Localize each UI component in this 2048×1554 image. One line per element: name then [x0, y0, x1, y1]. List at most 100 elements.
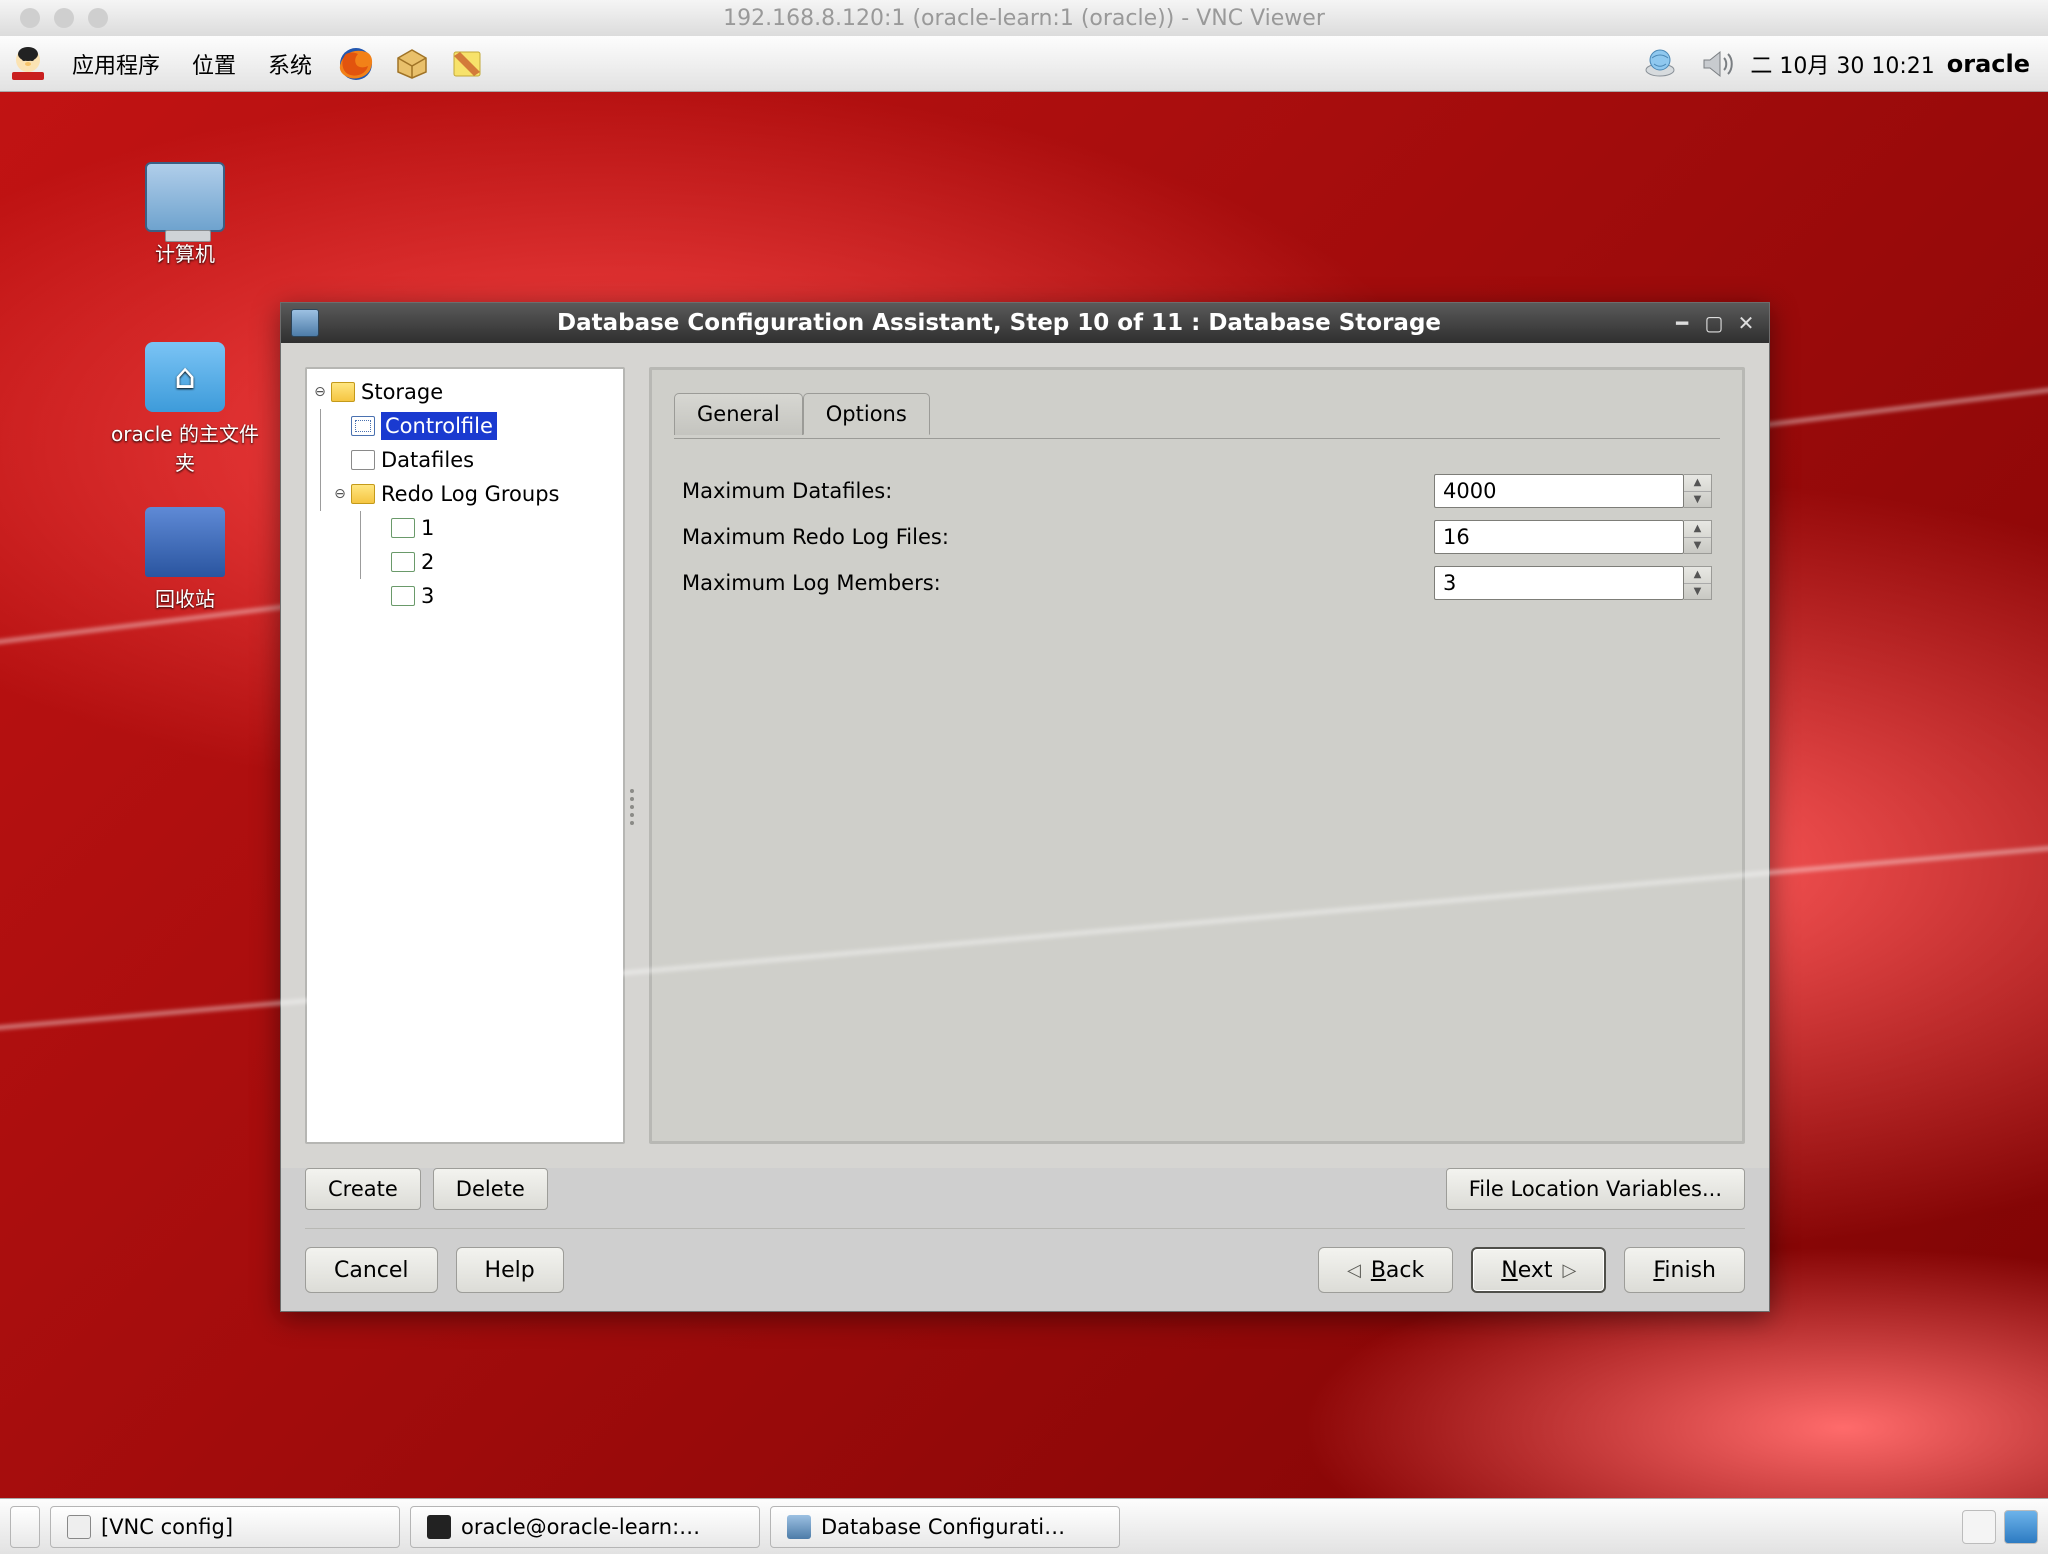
redolog-icon — [391, 552, 415, 572]
redolog-icon — [391, 518, 415, 538]
window-icon — [67, 1515, 91, 1539]
terminal-icon — [427, 1515, 451, 1539]
spinner-up-icon[interactable]: ▲ — [1684, 567, 1711, 584]
dbca-window: Database Configuration Assistant, Step 1… — [280, 302, 1770, 1312]
dbca-title: Database Configuration Assistant, Step 1… — [329, 310, 1669, 336]
tree-label: 1 — [421, 516, 434, 540]
back-button[interactable]: ◁ Back — [1318, 1247, 1453, 1293]
network-icon[interactable] — [1638, 42, 1682, 86]
mac-zoom-icon[interactable] — [88, 8, 108, 28]
chevron-left-icon: ◁ — [1347, 1260, 1361, 1281]
desktop-icon-home[interactable]: ⌂ oracle 的主文件夹 — [110, 342, 260, 476]
chevron-right-icon: ▷ — [1563, 1260, 1577, 1281]
tab-general[interactable]: General — [674, 393, 803, 435]
desktop-icon-label: oracle 的主文件夹 — [110, 418, 260, 476]
menu-applications[interactable]: 应用程序 — [62, 42, 170, 86]
tree-label: 3 — [421, 584, 434, 608]
package-icon[interactable] — [390, 42, 434, 86]
spinner-down-icon[interactable]: ▼ — [1684, 584, 1711, 600]
help-button[interactable]: Help — [456, 1247, 564, 1293]
row-max-members: Maximum Log Members: ▲▼ — [682, 560, 1712, 606]
host-titlebar: 192.168.8.120:1 (oracle-learn:1 (oracle)… — [0, 0, 2048, 36]
finish-label: Finish — [1653, 1258, 1716, 1283]
dbca-icon — [787, 1515, 811, 1539]
desktop-icon-trash[interactable]: 回收站 — [110, 507, 260, 612]
spinner-up-icon[interactable]: ▲ — [1684, 521, 1711, 538]
tree-node-storage[interactable]: ⊖ Storage — [311, 375, 619, 409]
tree-node-redogroup-2[interactable]: 2 — [311, 545, 619, 579]
spinner-up-icon[interactable]: ▲ — [1684, 475, 1711, 492]
label-max-members: Maximum Log Members: — [682, 571, 1232, 595]
tab-options[interactable]: Options — [803, 393, 930, 435]
tabs: General Options — [674, 392, 1720, 434]
mac-min-icon[interactable] — [54, 8, 74, 28]
delete-button[interactable]: Delete — [433, 1168, 548, 1210]
spin-max-datafiles: ▲▼ — [1434, 474, 1712, 508]
spinner-down-icon[interactable]: ▼ — [1684, 538, 1711, 554]
dbca-app-icon — [291, 309, 319, 337]
task-label: Database Configurati… — [821, 1515, 1065, 1539]
cancel-button[interactable]: Cancel — [305, 1247, 438, 1293]
redolog-icon — [391, 586, 415, 606]
vnc-session: 应用程序 位置 系统 二 10月 30 10:21 oracle 计算机 ⌂ o… — [0, 36, 2048, 1554]
workspace-switcher[interactable] — [1962, 1510, 1996, 1544]
desktop-icon-label: 回收站 — [110, 583, 260, 612]
menu-places[interactable]: 位置 — [182, 42, 246, 86]
tree-node-controlfile[interactable]: Controlfile — [311, 409, 619, 443]
row-max-redolog: Maximum Redo Log Files: ▲▼ — [682, 514, 1712, 560]
storage-tree[interactable]: ⊖ Storage Controlfile Datafil — [305, 367, 625, 1144]
desktop[interactable]: 计算机 ⌂ oracle 的主文件夹 回收站 Database Configur… — [0, 92, 2048, 1498]
controlfile-icon — [351, 416, 375, 436]
spin-max-redolog: ▲▼ — [1434, 520, 1712, 554]
trash-icon — [145, 507, 225, 577]
input-max-datafiles[interactable] — [1434, 474, 1684, 508]
clock[interactable]: 二 10月 30 10:21 — [1750, 48, 1934, 80]
gnome-top-panel: 应用程序 位置 系统 二 10月 30 10:21 oracle — [0, 36, 2048, 92]
spinner-down-icon[interactable]: ▼ — [1684, 492, 1711, 508]
task-terminal[interactable]: oracle@oracle-learn:… — [410, 1506, 760, 1548]
tree-node-datafiles[interactable]: Datafiles — [311, 443, 619, 477]
menu-system[interactable]: 系统 — [258, 42, 322, 86]
host-window-title: 192.168.8.120:1 (oracle-learn:1 (oracle)… — [0, 6, 2048, 31]
maximize-icon[interactable]: ▢ — [1701, 312, 1727, 334]
label-max-datafiles: Maximum Datafiles: — [682, 479, 1232, 503]
splitter-handle[interactable] — [627, 767, 637, 847]
finish-button[interactable]: Finish — [1624, 1247, 1745, 1293]
next-button[interactable]: Next ▷ — [1471, 1247, 1606, 1293]
tree-node-redogroup-1[interactable]: 1 — [311, 511, 619, 545]
computer-icon — [145, 162, 225, 232]
spin-max-members: ▲▼ — [1434, 566, 1712, 600]
file-location-vars-button[interactable]: File Location Variables... — [1446, 1168, 1745, 1210]
tree-node-redolog[interactable]: ⊖ Redo Log Groups — [311, 477, 619, 511]
tree-label: 2 — [421, 550, 434, 574]
task-label: oracle@oracle-learn:… — [461, 1515, 700, 1539]
task-dbca[interactable]: Database Configurati… — [770, 1506, 1120, 1548]
label-max-redolog: Maximum Redo Log Files: — [682, 525, 1232, 549]
dbca-titlebar[interactable]: Database Configuration Assistant, Step 1… — [281, 303, 1769, 343]
notes-icon[interactable] — [446, 42, 490, 86]
mac-close-icon[interactable] — [20, 8, 40, 28]
volume-icon[interactable] — [1694, 42, 1738, 86]
firefox-icon[interactable] — [334, 42, 378, 86]
tree-label: Controlfile — [381, 412, 497, 440]
dbca-body: ⊖ Storage Controlfile Datafil — [281, 343, 1769, 1168]
minimize-icon[interactable]: ━ — [1669, 312, 1695, 334]
workspace-switcher-alt[interactable] — [2004, 1510, 2038, 1544]
input-max-redolog[interactable] — [1434, 520, 1684, 554]
show-desktop-button[interactable] — [10, 1506, 40, 1548]
input-max-members[interactable] — [1434, 566, 1684, 600]
home-folder-icon: ⌂ — [145, 342, 225, 412]
user-menu[interactable]: oracle — [1947, 50, 2030, 78]
close-icon[interactable]: ✕ — [1733, 312, 1759, 334]
collapse-icon[interactable]: ⊖ — [331, 485, 349, 503]
row-max-datafiles: Maximum Datafiles: ▲▼ — [682, 468, 1712, 514]
desktop-icon-computer[interactable]: 计算机 — [110, 162, 260, 267]
folder-icon — [351, 484, 375, 504]
back-label: Back — [1371, 1258, 1424, 1283]
datafile-icon — [351, 450, 375, 470]
task-vnc-config[interactable]: [VNC config] — [50, 1506, 400, 1548]
create-button[interactable]: Create — [305, 1168, 421, 1210]
collapse-icon[interactable]: ⊖ — [311, 383, 329, 401]
tree-node-redogroup-3[interactable]: 3 — [311, 579, 619, 613]
oracle-linux-icon[interactable] — [6, 42, 50, 86]
